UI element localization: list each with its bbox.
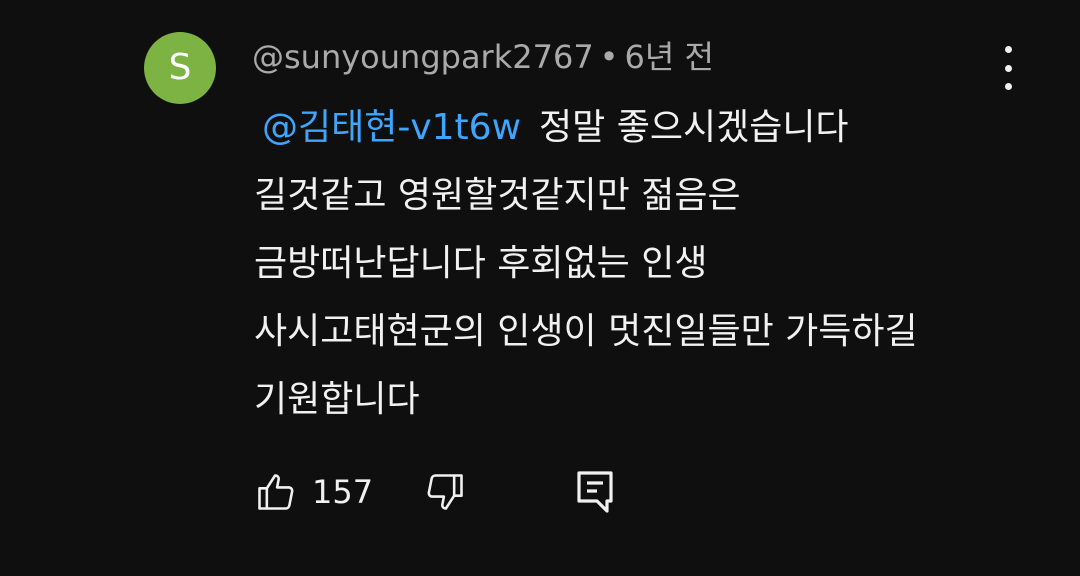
avatar-letter: S [168,47,192,88]
comment-line: 기원합니다 [254,379,420,420]
comment-actions: 157 [252,464,619,520]
more-dot [1004,64,1012,72]
more-dot [1004,83,1012,90]
author-name[interactable]: @sunyoungpark2767 [252,38,594,76]
comment-time[interactable]: 6년 전 [625,38,714,76]
comment-thread: S @sunyoungpark2767 • 6년 전 @김태현-v1t6w 정말 좋으… [0,0,1080,576]
thumbs-up-icon [258,474,294,510]
comment-line: @김태현-v1t6w 정말 좋으시겠습니다 [254,94,1034,162]
thumbs-down-icon [427,474,463,510]
comment-line: 금방떠난답니다 후회없는 인생 [254,243,708,284]
more-dot [1004,46,1012,53]
comment-text: @김태현-v1t6w 정말 좋으시겠습니다 길것같고 영원할것같지만 젊음은 금방… [254,94,1034,434]
comment-line: 길것같고 영원할것같지만 젊음은 [254,175,741,216]
avatar[interactable]: S [144,32,216,104]
dislike-button[interactable] [421,468,469,516]
more-options-icon[interactable] [988,46,1028,90]
like-count: 157 [312,473,374,511]
mention-link[interactable]: @김태현-v1t6w [262,107,521,148]
reply-button[interactable] [571,468,619,516]
comment-header: @sunyoungpark2767 • 6년 전 [252,36,714,78]
comment-line: 사시고태현군의 인생이 멋진일들만 가득하길 [254,311,918,352]
comment-text-segment: 정말 좋으시겠습니다 [539,107,849,148]
like-button[interactable] [252,468,300,516]
meta-separator: • [599,38,619,76]
reply-comment-icon [577,471,613,513]
